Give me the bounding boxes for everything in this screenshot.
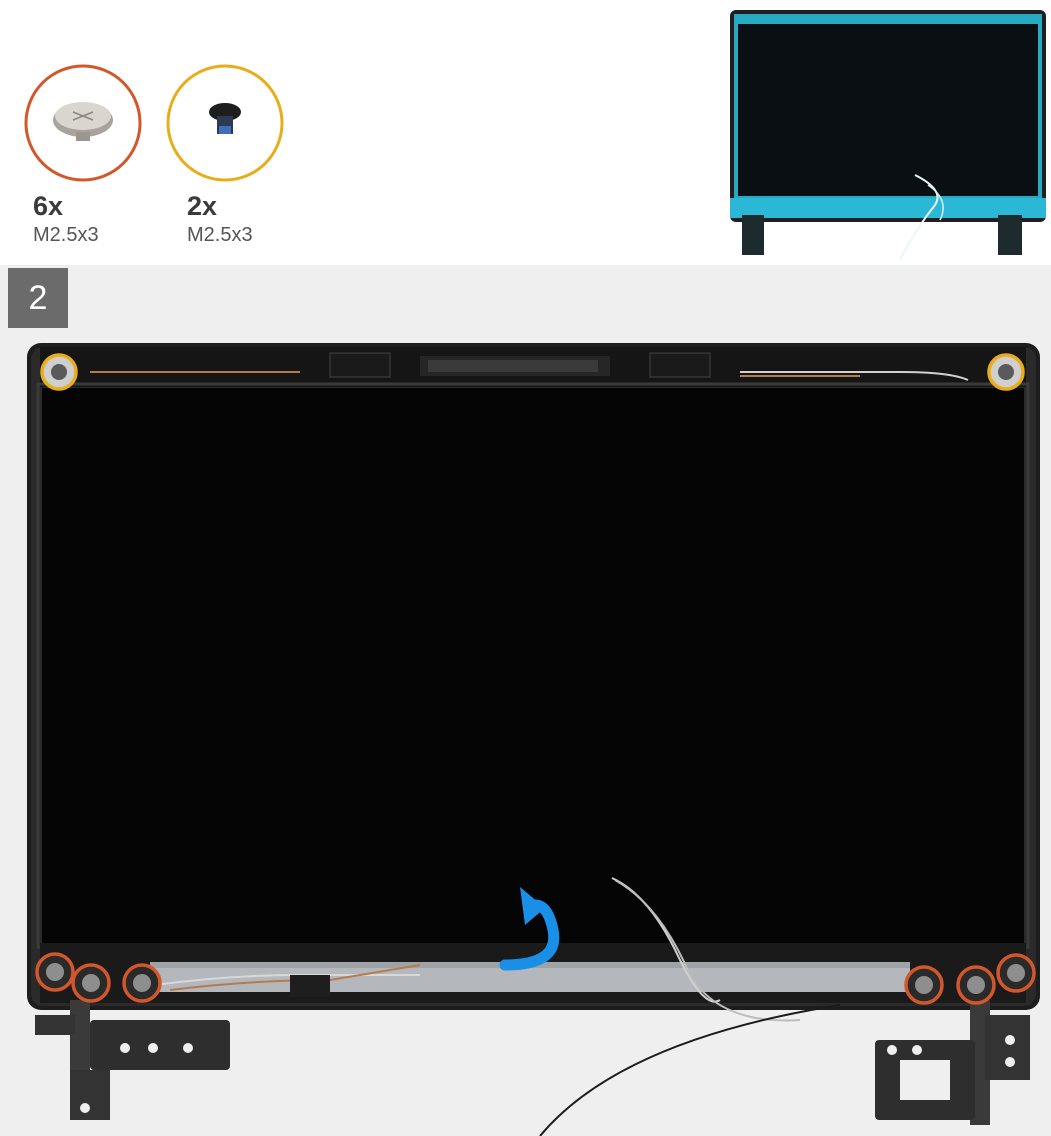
- disassembly-illustration: [0, 10, 1051, 1136]
- screw-bottom-3[interactable]: [122, 963, 162, 1003]
- overview-thumbnail: [730, 10, 1046, 261]
- screw-top-left[interactable]: [40, 353, 78, 391]
- screw-top-right[interactable]: [987, 353, 1025, 391]
- screw-bottom-4[interactable]: [904, 965, 944, 1005]
- screw-bottom-1[interactable]: [35, 952, 75, 992]
- screw-size-silver: M2.5x3: [33, 224, 99, 246]
- screw-legend-black: [166, 64, 284, 182]
- screw-bottom-2[interactable]: [71, 963, 111, 1003]
- screw-bottom-6[interactable]: [996, 953, 1036, 993]
- screw-size-black: M2.5x3: [187, 224, 253, 246]
- screw-bottom-5[interactable]: [956, 965, 996, 1005]
- screw-count-silver: 6x: [33, 191, 64, 221]
- lcd-panel: [42, 388, 1024, 943]
- screw-legend-silver: [24, 64, 142, 182]
- step-number-badge: 2: [8, 268, 68, 328]
- screw-count-black: 2x: [187, 191, 218, 221]
